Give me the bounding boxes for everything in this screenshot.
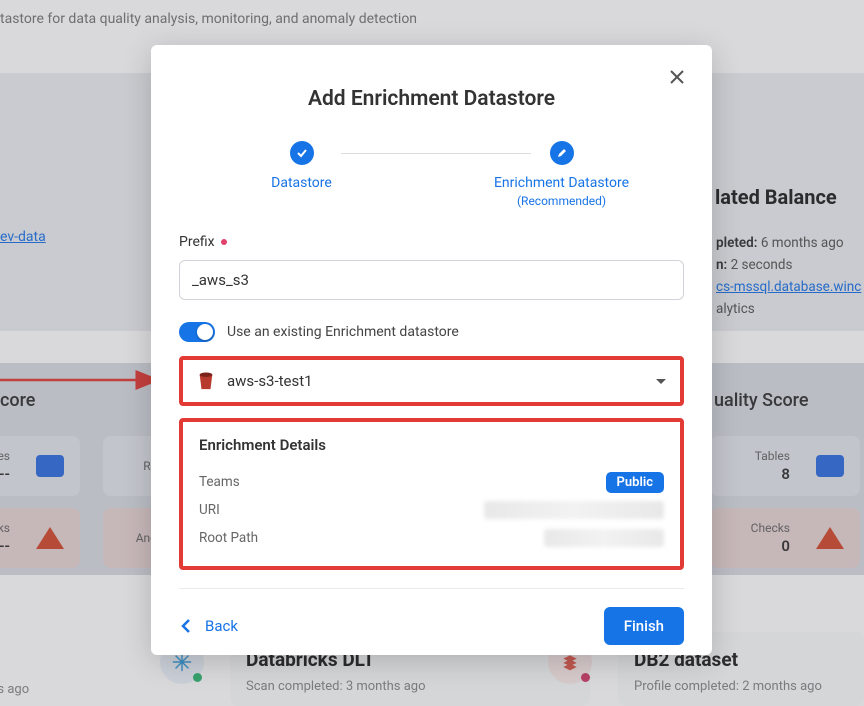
check-icon: [290, 141, 314, 165]
chevron-down-icon: [656, 379, 666, 384]
divider: [179, 588, 684, 589]
chevron-left-icon: [181, 619, 191, 633]
use-existing-label: Use an existing Enrichment datastore: [227, 324, 459, 340]
step-enrichment[interactable]: Enrichment Datastore(Recommended): [472, 141, 652, 210]
close-icon: [670, 70, 684, 84]
pencil-icon: [550, 141, 574, 165]
use-existing-toggle[interactable]: [179, 322, 215, 342]
public-badge: Public: [606, 472, 664, 493]
datastore-select-highlight: aws-s3-test1: [179, 356, 684, 406]
step-datastore[interactable]: Datastore: [212, 141, 392, 192]
redacted-value: [484, 501, 664, 519]
prefix-input[interactable]: [179, 260, 684, 300]
stepper: Datastore Enrichment Datastore(Recommend…: [179, 141, 684, 210]
detail-row-uri: URI: [199, 496, 664, 524]
finish-button[interactable]: Finish: [604, 607, 684, 645]
back-button[interactable]: Back: [179, 611, 240, 641]
modal-title: Add Enrichment Datastore: [179, 87, 684, 111]
prefix-label: Prefix: [179, 234, 684, 250]
detail-row-teams: Teams Public: [199, 468, 664, 496]
add-enrichment-datastore-modal: Add Enrichment Datastore Datastore Enric…: [151, 45, 712, 655]
enrichment-datastore-select[interactable]: aws-s3-test1: [183, 360, 680, 402]
detail-row-root: Root Path: [199, 524, 664, 552]
enrichment-details-heading: Enrichment Details: [199, 436, 664, 454]
close-button[interactable]: [670, 69, 688, 87]
redacted-value: [544, 529, 664, 547]
enrichment-details-highlight: Enrichment Details Teams Public URI Root…: [179, 418, 684, 570]
bucket-icon: [197, 371, 215, 391]
required-indicator-icon: [221, 239, 227, 245]
